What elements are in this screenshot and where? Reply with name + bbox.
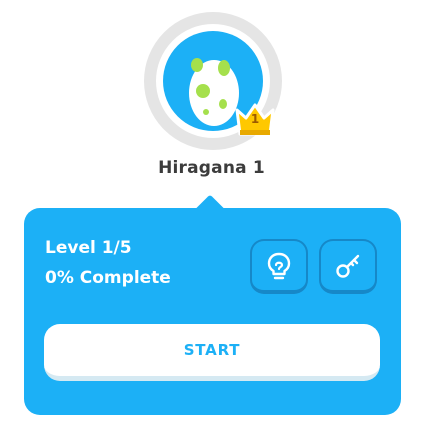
start-button[interactable]: START	[44, 324, 380, 381]
skill-title: Hiragana 1	[158, 158, 265, 178]
tips-button[interactable]	[250, 239, 308, 294]
level-indicator: Level 1/5	[45, 238, 132, 258]
skill-view: 1 Hiragana 1 Level 1/5 0% Complete START	[0, 0, 423, 422]
crown-level: 1	[250, 112, 260, 126]
completion-status: 0% Complete	[45, 268, 171, 288]
key-icon	[336, 254, 360, 278]
crown-badge: 1	[232, 100, 278, 140]
lightbulb-icon	[267, 252, 291, 279]
key-button[interactable]	[319, 239, 377, 294]
